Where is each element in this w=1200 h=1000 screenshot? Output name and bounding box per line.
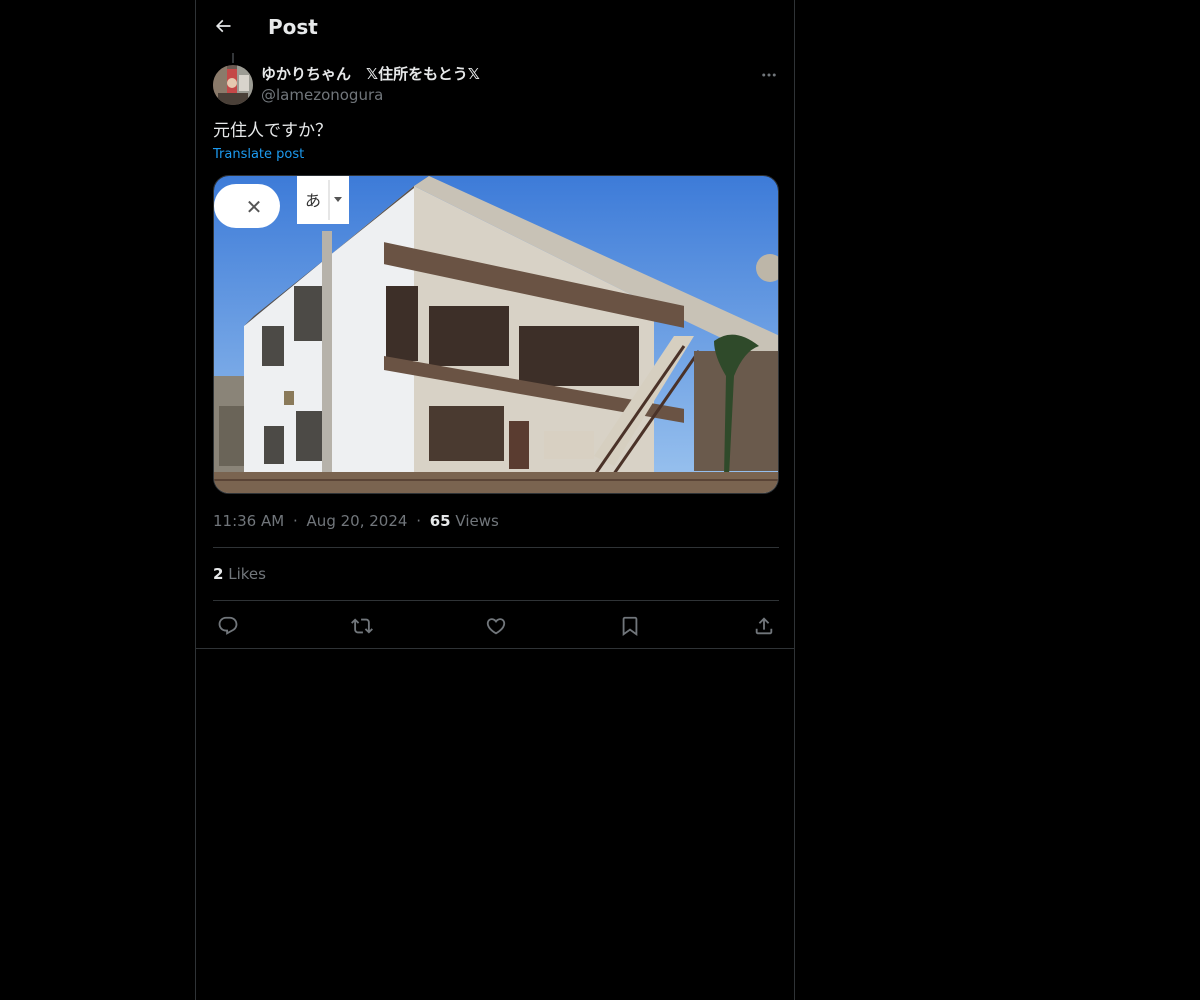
likes-count: 2 bbox=[213, 565, 224, 583]
reply-button[interactable] bbox=[214, 612, 242, 640]
share-button[interactable] bbox=[750, 612, 778, 640]
more-horizontal-icon bbox=[762, 73, 776, 77]
post-time[interactable]: 11:36 AM bbox=[213, 512, 284, 530]
views-count: 65 bbox=[429, 512, 451, 530]
arrow-left-icon bbox=[215, 19, 231, 33]
thread-line bbox=[232, 53, 234, 63]
repost-icon bbox=[351, 618, 373, 634]
post-column: Post ゆかりちゃん 𝕏住所をもとう𝕏 @lamezonogura 元住人です… bbox=[195, 0, 795, 1000]
reply-icon bbox=[218, 616, 238, 635]
heart-icon bbox=[486, 618, 506, 635]
post-metadata: 11:36 AM · Aug 20, 2024 · 65 Views bbox=[213, 511, 499, 531]
bookmark-icon bbox=[622, 616, 638, 637]
likes-label: Likes bbox=[228, 565, 266, 583]
repost-button[interactable] bbox=[348, 612, 376, 640]
header: Post bbox=[196, 0, 794, 53]
back-button[interactable] bbox=[208, 11, 238, 41]
likes-link[interactable]: 2 Likes bbox=[213, 564, 266, 584]
post-date[interactable]: Aug 20, 2024 bbox=[307, 512, 408, 530]
translate-post-link[interactable]: Translate post bbox=[213, 146, 304, 164]
meta-separator: · bbox=[416, 512, 421, 530]
svg-text:✕: ✕ bbox=[246, 195, 263, 219]
avatar[interactable] bbox=[213, 65, 253, 105]
views-label: Views bbox=[455, 512, 499, 530]
post-text: 元住人ですか？ bbox=[213, 121, 332, 141]
more-options-button[interactable] bbox=[756, 64, 782, 86]
svg-text:あ: あ bbox=[305, 191, 321, 210]
user-handle[interactable]: @lamezonogura bbox=[261, 85, 383, 105]
divider bbox=[213, 547, 779, 548]
page-title: Post bbox=[268, 15, 318, 39]
meta-separator: · bbox=[292, 512, 298, 530]
bookmark-button[interactable] bbox=[616, 612, 644, 640]
display-name[interactable]: ゆかりちゃん 𝕏住所をもとう𝕏 bbox=[261, 64, 480, 84]
share-icon bbox=[755, 617, 773, 635]
like-button[interactable] bbox=[482, 612, 510, 640]
divider bbox=[213, 600, 779, 601]
post-bottom-border bbox=[196, 648, 794, 649]
post-image[interactable]: ✕ あ bbox=[213, 175, 779, 494]
